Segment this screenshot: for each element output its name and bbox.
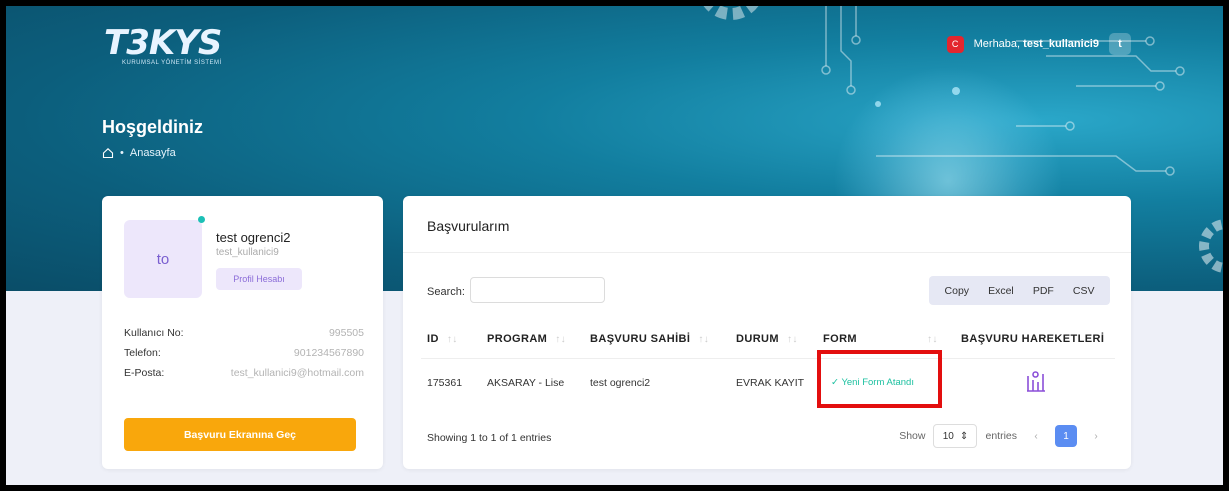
column-header-label: BAŞVURU SAHİBİ [590, 333, 691, 345]
sort-icon[interactable]: ↑↓ [927, 334, 938, 345]
sort-icon[interactable]: ↑↓ [698, 334, 709, 345]
column-header-movements[interactable]: BAŞVURU HAREKETLERİ [961, 333, 1104, 345]
column-header-program[interactable]: PROGRAM ↑↓ [487, 333, 566, 345]
logo-subtitle: KURUMSAL YÖNETİM SİSTEMİ [122, 60, 222, 66]
page-button-current[interactable]: 1 [1055, 425, 1077, 447]
highlight-box [817, 350, 942, 408]
info-label: E-Posta: [124, 367, 165, 379]
logo[interactable]: T3KYS KURUMSAL YÖNETİM SİSTEMİ [104, 24, 264, 74]
greeting-prefix: Merhaba, [973, 38, 1021, 50]
next-page-button[interactable]: › [1085, 425, 1107, 447]
export-buttons: Copy Excel PDF CSV [929, 276, 1110, 305]
application-movements-icon[interactable] [1026, 370, 1046, 392]
profile-account-button[interactable]: Profil Hesabı [216, 268, 302, 290]
cell-program: AKSARAY - Lise [487, 377, 565, 389]
breadcrumb-home[interactable]: Anasayfa [130, 147, 176, 159]
column-header-label: PROGRAM [487, 333, 548, 345]
sort-icon[interactable]: ↑↓ [447, 334, 458, 345]
entries-label: entries [985, 430, 1017, 442]
user-menu[interactable]: C Merhaba, test_kullanici9 t [946, 33, 1131, 55]
info-value: 901234567890 [293, 347, 364, 359]
column-header-form[interactable]: FORM ↑↓ [823, 333, 938, 345]
column-header-id[interactable]: ID ↑↓ [427, 333, 458, 345]
cell-status: EVRAK KAYIT [736, 377, 805, 389]
csv-button[interactable]: CSV [1073, 285, 1095, 297]
breadcrumb-separator: • [120, 147, 124, 159]
gear-decoration-icon [1199, 219, 1223, 273]
pagination: Show 10 ⇕ entries ‹ 1 › [899, 424, 1107, 448]
excel-button[interactable]: Excel [988, 285, 1014, 297]
column-header-label: ID [427, 333, 439, 345]
table-row: 175361 AKSARAY - Lise test ogrenci2 EVRA… [427, 377, 1117, 397]
column-header-label: DURUM [736, 333, 779, 345]
profile-avatar: to [124, 220, 202, 298]
page-size-select[interactable]: 10 ⇕ [933, 424, 978, 448]
logo-mark: T3KYS [104, 23, 222, 63]
entries-info: Showing 1 to 1 of 1 entries [427, 432, 552, 444]
info-label: Telefon: [124, 347, 161, 359]
app-frame: T3KYS KURUMSAL YÖNETİM SİSTEMİ C Merhaba… [6, 6, 1223, 485]
user-avatar[interactable]: t [1109, 33, 1131, 55]
select-arrow-icon: ⇕ [959, 430, 969, 442]
pdf-button[interactable]: PDF [1033, 285, 1054, 297]
sort-icon[interactable]: ↑↓ [787, 334, 798, 345]
column-header-label: FORM [823, 333, 857, 345]
search-label: Search: [427, 286, 465, 298]
turkey-flag-icon[interactable]: C [946, 35, 964, 53]
show-label: Show [899, 430, 926, 442]
go-to-application-button[interactable]: Başvuru Ekranına Geç [124, 418, 356, 451]
info-row-email: E-Posta: test_kullanici9@hotmail.com [124, 367, 364, 379]
profile-name: test ogrenci2 [216, 230, 291, 245]
column-header-label: BAŞVURU HAREKETLERİ [961, 333, 1105, 345]
page-title: Hoşgeldiniz [102, 117, 204, 137]
home-icon[interactable] [102, 147, 114, 159]
info-label: Kullanıcı No: [124, 327, 184, 339]
cell-owner: test ogrenci2 [590, 377, 651, 389]
info-row-user-no: Kullanıcı No: 995505 [124, 327, 364, 339]
profile-username: test_kullanici9 [216, 247, 279, 258]
divider [403, 252, 1131, 253]
search-input[interactable] [470, 277, 605, 303]
info-row-phone: Telefon: 901234567890 [124, 347, 364, 359]
table-header-divider [421, 358, 1115, 359]
profile-card: to test ogrenci2 test_kullanici9 Profil … [102, 196, 383, 469]
previous-page-button[interactable]: ‹ [1025, 425, 1047, 447]
cell-id: 175361 [427, 377, 463, 389]
info-value: test_kullanici9@hotmail.com [230, 367, 364, 379]
sort-icon[interactable]: ↑↓ [555, 334, 566, 345]
table-header: ID ↑↓ PROGRAM ↑↓ BAŞVURU SAHİBİ ↑↓ DURUM ↑↓ … [427, 333, 1117, 353]
breadcrumb: • Anasayfa [102, 147, 176, 159]
column-header-status[interactable]: DURUM ↑↓ [736, 333, 798, 345]
column-header-owner[interactable]: BAŞVURU SAHİBİ ↑↓ [590, 333, 709, 345]
page-size-value: 10 [942, 430, 954, 442]
greeting-username: test_kullanici9 [1023, 38, 1099, 50]
online-status-dot [198, 216, 205, 223]
copy-button[interactable]: Copy [945, 285, 970, 297]
applications-card: Başvurularım Search: Copy Excel PDF CSV … [403, 196, 1131, 469]
applications-title: Başvurularım [427, 218, 510, 234]
greeting: Merhaba, test_kullanici9 [974, 38, 1099, 50]
info-value: 995505 [328, 327, 364, 339]
gear-decoration-icon [703, 6, 759, 20]
